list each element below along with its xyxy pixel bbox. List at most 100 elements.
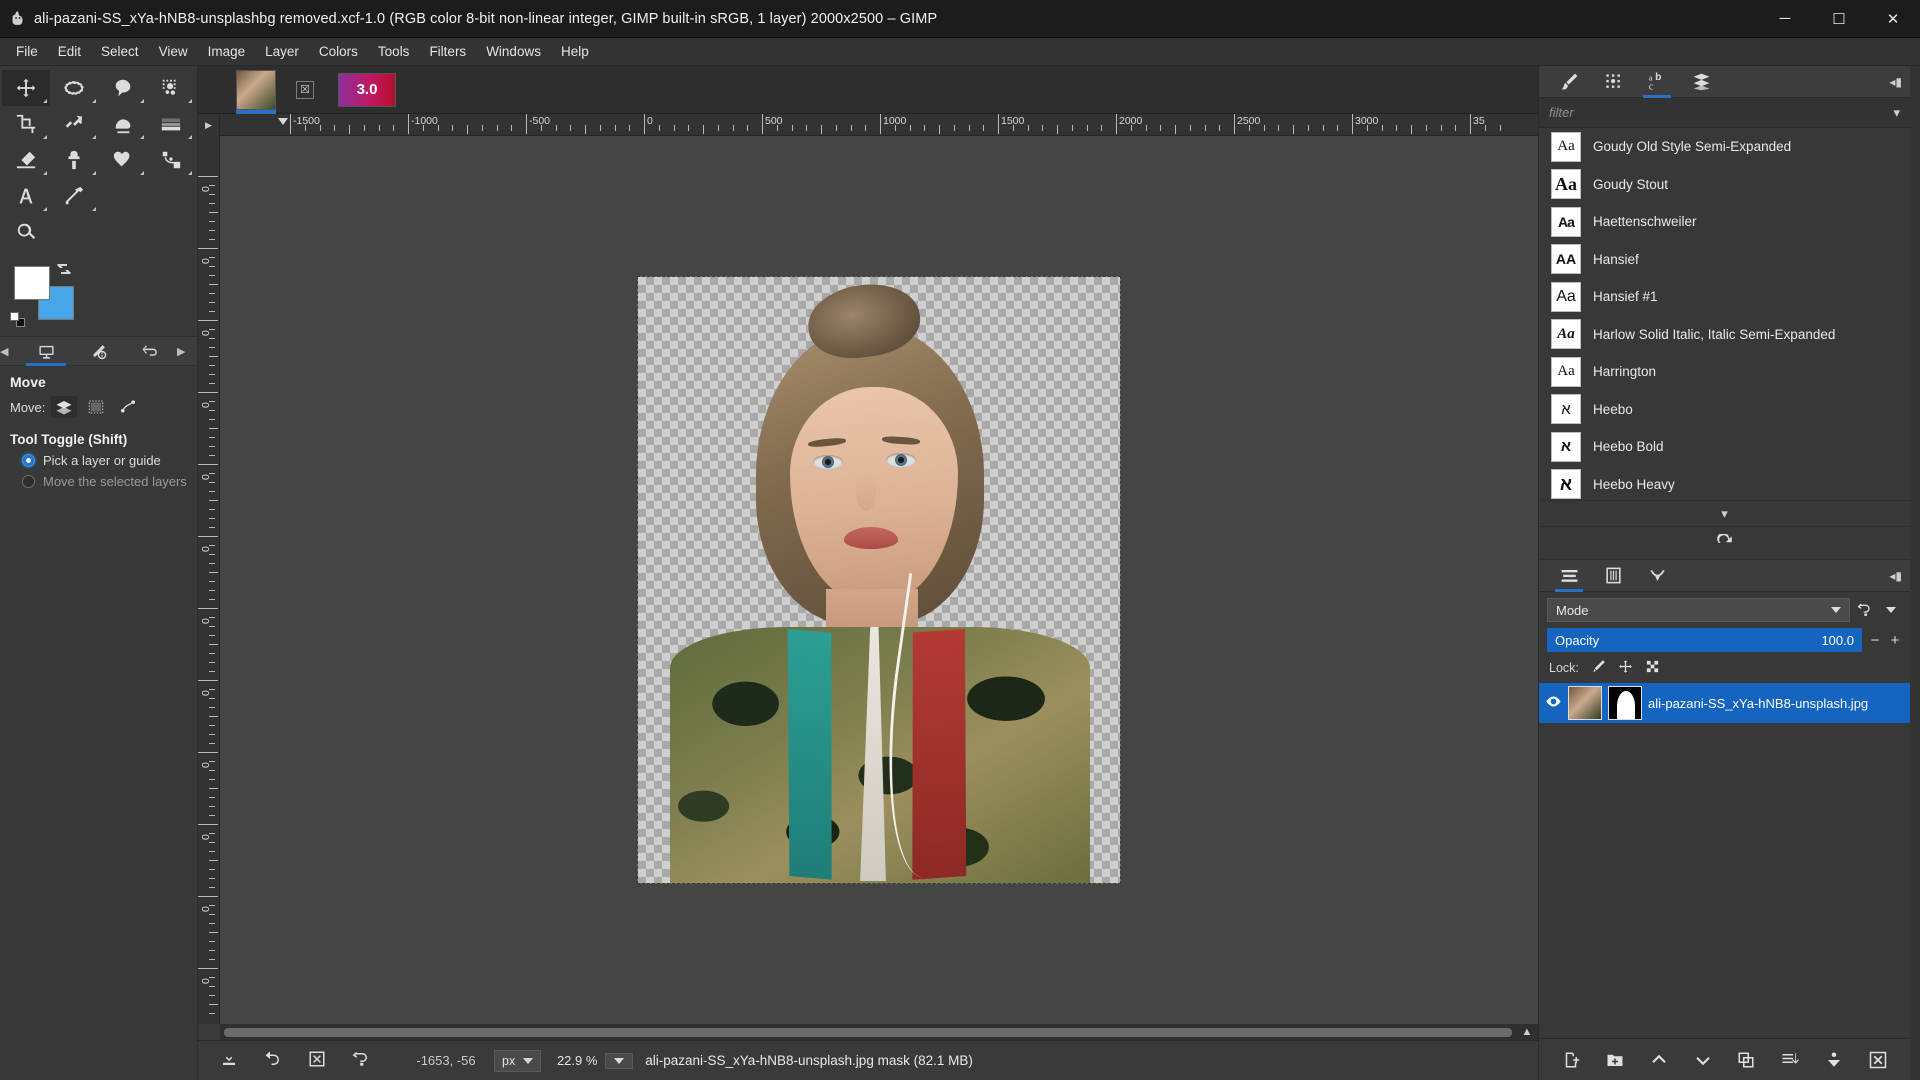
menu-edit[interactable]: Edit [48,40,91,63]
opacity-increase-button[interactable]: + [1888,632,1902,649]
horizontal-ruler[interactable]: -1500-1000-50005001000150020002500300035 [220,114,1538,136]
image-canvas[interactable] [220,136,1538,1024]
text-tool[interactable] [2,178,50,214]
tab-layers[interactable] [1547,560,1591,592]
move-tool[interactable] [2,70,50,106]
font-item[interactable]: Aa Harlow Solid Italic, Italic Semi-Expa… [1539,316,1910,354]
warp-transform-tool[interactable] [99,106,147,142]
font-item[interactable]: Aa Goudy Stout [1539,166,1910,204]
dock-menu-icon[interactable]: ◂▮ [1889,75,1902,89]
lower-layer-icon[interactable] [1688,1045,1718,1075]
filter-chevron-down-icon[interactable]: ▾ [1893,105,1900,121]
opacity-decrease-button[interactable]: − [1868,632,1882,649]
lock-pixels-icon[interactable] [1591,659,1606,677]
hscroll-thumb[interactable] [224,1028,1512,1037]
font-item[interactable]: Aa Goudy Old Style Semi-Expanded [1539,128,1910,166]
tabs-scroll-right-icon[interactable]: ▶ [177,345,197,358]
font-filter-input[interactable]: filter [1549,105,1574,120]
layer-visibility-eye-icon[interactable] [1545,693,1562,713]
zoom-value[interactable]: 22.9 % [549,1053,605,1068]
undo-icon[interactable] [264,1050,282,1071]
reset-colors-icon[interactable] [10,312,26,328]
font-item[interactable]: Aa Harrington [1539,353,1910,391]
lock-position-icon[interactable] [1618,659,1633,677]
save-icon[interactable] [220,1050,238,1071]
ellipse-select-tool[interactable] [50,70,98,106]
tab-patterns[interactable] [1591,66,1635,98]
reset-mode-icon[interactable] [1854,598,1876,622]
menu-help[interactable]: Help [551,40,599,63]
font-item[interactable]: א Heebo Bold [1539,428,1910,466]
option-pick-layer-or-guide[interactable]: Pick a layer or guide [0,449,197,470]
move-layer-icon[interactable] [51,396,77,418]
move-selection-icon[interactable] [83,396,109,418]
tab-fonts[interactable]: abc [1635,66,1679,98]
tab-document-history[interactable] [1679,66,1723,98]
opacity-slider[interactable]: Opacity 100.0 [1547,628,1862,652]
font-list-collapse-chevron-icon[interactable]: ▾ [1539,500,1910,526]
zoom-tool[interactable] [2,214,50,250]
anchor-layer-icon[interactable] [1819,1045,1849,1075]
tab-close-icon[interactable]: ☒ [296,81,314,99]
maximize-button[interactable]: ☐ [1812,0,1866,38]
mode-options-chevron-icon[interactable] [1880,598,1902,622]
close-button[interactable]: ✕ [1866,0,1920,38]
eraser-tool[interactable] [2,142,50,178]
menu-file[interactable]: File [6,40,48,63]
duplicate-layer-icon[interactable] [1731,1045,1761,1075]
menu-windows[interactable]: Windows [476,40,551,63]
font-list[interactable]: Aa Goudy Old Style Semi-Expanded Aa Goud… [1539,128,1910,500]
tab-undo-history[interactable] [125,336,177,366]
restore-icon[interactable] [352,1050,370,1071]
font-item[interactable]: Aa Haettenschweiler [1539,203,1910,241]
menu-image[interactable]: Image [198,40,256,63]
layer-mask-thumbnail[interactable] [1608,686,1642,720]
free-select-tool[interactable] [99,70,147,106]
tab-device-status[interactable] [72,336,124,366]
layer-row[interactable]: ali-pazani-SS_xYa-hNB8-unsplash.jpg [1539,683,1910,723]
font-item[interactable]: א Heebo [1539,391,1910,429]
fuzzy-select-tool[interactable] [147,70,195,106]
foreground-color-swatch[interactable] [14,266,50,300]
refresh-fonts-button[interactable] [1539,526,1910,560]
image-tab-banner[interactable]: 3.0 [338,69,396,111]
font-item[interactable]: א Heebo Heavy [1539,466,1910,501]
layers-dock-menu-icon[interactable]: ◂▮ [1889,569,1902,583]
font-item[interactable]: AA Hansief [1539,241,1910,279]
new-layer-group-icon[interactable] [1600,1045,1630,1075]
new-layer-icon[interactable] [1556,1045,1586,1075]
image-layer-portrait[interactable] [638,277,1120,883]
cancel-icon[interactable] [308,1050,326,1071]
menu-layer[interactable]: Layer [255,40,309,63]
menu-view[interactable]: View [149,40,198,63]
color-swatches[interactable] [10,262,80,332]
canvas-horizontal-scrollbar[interactable]: ▲ [198,1024,1538,1040]
tab-paths[interactable] [1635,560,1679,592]
menu-tools[interactable]: Tools [368,40,420,63]
delete-layer-icon[interactable] [1863,1045,1893,1075]
radio-pick-layer[interactable] [22,454,35,467]
clone-tool[interactable] [50,142,98,178]
layer-mode-select[interactable]: Mode [1547,598,1850,622]
image-tab-portrait[interactable] [236,69,276,111]
minimize-button[interactable]: ─ [1758,0,1812,38]
unified-transform-tool[interactable] [50,106,98,142]
crop-tool[interactable] [2,106,50,142]
font-filter-bar[interactable]: filter ▾ [1539,98,1910,128]
swap-colors-icon[interactable] [56,262,72,276]
gradient-tool[interactable] [147,106,195,142]
font-item[interactable]: Aa Hansief #1 [1539,278,1910,316]
menu-select[interactable]: Select [91,40,149,63]
ruler-corner-button[interactable]: ▶ [198,114,220,136]
tab-brushes[interactable] [1547,66,1591,98]
lock-alpha-icon[interactable] [1645,659,1660,677]
tab-channels[interactable] [1591,560,1635,592]
move-path-icon[interactable] [115,396,141,418]
tab-tool-options[interactable] [20,336,72,366]
unit-selector[interactable]: px [494,1050,541,1072]
quickmask-toggle-button[interactable] [198,1024,220,1040]
merge-down-icon[interactable] [1775,1045,1805,1075]
menu-colors[interactable]: Colors [309,40,368,63]
layers-empty-space[interactable] [1539,723,1910,1038]
zoom-selector[interactable] [605,1053,633,1069]
